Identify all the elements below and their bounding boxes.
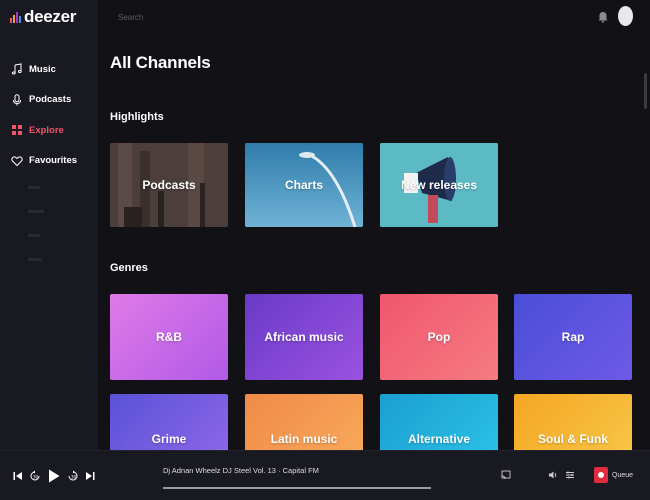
avatar[interactable] — [618, 6, 633, 26]
previous-icon — [13, 472, 22, 480]
highlight-card-label: Podcasts — [142, 178, 196, 192]
equalizer-icon — [566, 471, 574, 479]
genre-card-label: R&B — [156, 330, 182, 344]
progress-bar[interactable] — [163, 487, 431, 489]
cast-icon — [501, 470, 511, 480]
microphone-icon — [11, 94, 23, 106]
highlight-card-label: Charts — [284, 178, 323, 192]
sidebar-placeholder-lines — [28, 186, 44, 282]
player-bar: 30 30 Dj Adnan Wheelz DJ Steel Vol. 13 ·… — [0, 450, 650, 500]
play-icon — [49, 469, 60, 483]
search-input[interactable] — [118, 10, 318, 24]
logo-text: deezer — [24, 7, 77, 26]
queue-thumbnail-icon — [594, 467, 608, 483]
previous-track-button[interactable] — [12, 469, 24, 483]
next-icon — [86, 472, 95, 480]
heart-icon — [11, 155, 23, 167]
progress-fill — [163, 487, 431, 489]
genre-card-label: Grime — [151, 432, 187, 446]
main-scrollbar[interactable] — [644, 73, 647, 109]
bell-icon[interactable] — [598, 10, 608, 23]
sidebar-item-label: Music — [29, 63, 56, 75]
track-title[interactable]: Dj Adnan Wheelz DJ Steel Vol. 13 · Capit… — [163, 466, 319, 475]
genre-card-label: Latin music — [270, 432, 338, 446]
sidebar: deezer Music Podcasts Explore Favourites — [0, 0, 98, 460]
genre-card-grime[interactable]: Grime — [110, 394, 228, 454]
deezer-logo[interactable]: deezer — [10, 6, 76, 28]
music-note-icon — [11, 63, 23, 75]
queue-button[interactable]: Queue — [594, 466, 633, 484]
genre-card-label: Alternative — [407, 432, 471, 446]
page-title: All Channels — [110, 53, 211, 72]
grid-icon — [11, 124, 23, 136]
volume-button[interactable] — [547, 469, 559, 481]
genre-card-label: African music — [264, 330, 344, 344]
genre-card-latin-music[interactable]: Latin music — [245, 394, 363, 454]
genre-card-soul-funk[interactable]: Soul & Funk — [514, 394, 632, 454]
rewind-icon: 30 — [30, 470, 40, 481]
equalizer-button[interactable] — [564, 469, 576, 481]
highlight-card-podcasts[interactable]: Podcasts — [110, 143, 228, 227]
sidebar-item-podcasts[interactable]: Podcasts — [0, 85, 98, 116]
sidebar-nav: Music Podcasts Explore Favourites — [0, 54, 98, 176]
sidebar-item-label: Favourites — [29, 155, 78, 167]
highlight-card-new-releases[interactable]: New releases — [380, 143, 498, 227]
highlights-heading: Highlights — [110, 111, 164, 123]
volume-icon — [549, 471, 557, 479]
genre-card-rnb[interactable]: R&B — [110, 294, 228, 380]
genres-heading: Genres — [110, 262, 148, 274]
sidebar-item-music[interactable]: Music — [0, 54, 98, 85]
sidebar-item-label: Explore — [29, 124, 64, 136]
highlight-card-charts[interactable]: Charts — [245, 143, 363, 227]
sidebar-item-explore[interactable]: Explore — [0, 115, 98, 146]
genre-card-label: Soul & Funk — [538, 432, 608, 446]
genre-card-alternative[interactable]: Alternative — [380, 394, 498, 454]
svg-text:30: 30 — [71, 475, 77, 480]
forward-30-button[interactable]: 30 — [67, 469, 79, 483]
svg-text:30: 30 — [33, 475, 39, 480]
topbar — [98, 0, 650, 33]
genre-card-rap[interactable]: Rap — [514, 294, 632, 380]
genre-card-african-music[interactable]: African music — [245, 294, 363, 380]
genre-card-label: Rap — [561, 330, 585, 344]
cast-button[interactable] — [500, 469, 512, 481]
genre-card-label: Pop — [427, 330, 451, 344]
sidebar-item-favourites[interactable]: Favourites — [0, 146, 98, 177]
queue-label: Queue — [612, 471, 634, 479]
main-content: All Channels Highlights Podcasts Charts — [98, 33, 650, 460]
genre-card-pop[interactable]: Pop — [380, 294, 498, 380]
rewind-30-button[interactable]: 30 — [29, 469, 41, 483]
forward-icon: 30 — [68, 470, 78, 481]
next-track-button[interactable] — [84, 469, 96, 483]
logo-bars-icon — [10, 11, 21, 23]
sidebar-item-label: Podcasts — [29, 94, 72, 106]
highlight-card-label: New releases — [400, 178, 478, 192]
play-button[interactable] — [47, 467, 61, 485]
